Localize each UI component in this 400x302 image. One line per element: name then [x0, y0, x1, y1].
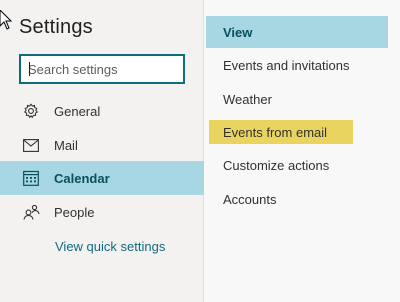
search-input[interactable] — [21, 61, 183, 77]
nav-item-label: People — [54, 204, 95, 220]
menu-item-customize-actions[interactable]: Customize actions — [204, 150, 400, 180]
nav-item-mail[interactable]: Mail — [0, 128, 204, 162]
nav-item-label: Mail — [54, 137, 78, 153]
mouse-cursor-icon — [0, 10, 12, 30]
nav-item-people[interactable]: People — [0, 195, 204, 229]
nav-item-label: General — [54, 103, 101, 119]
view-quick-settings-link[interactable]: View quick settings — [55, 239, 165, 254]
menu-item-weather[interactable]: Weather — [204, 84, 400, 114]
text-caret — [29, 62, 30, 76]
search-settings-field[interactable] — [19, 54, 185, 84]
gear-icon — [22, 102, 40, 120]
nav-item-general[interactable]: General — [0, 94, 204, 128]
menu-item-events-from-email[interactable]: Events from email — [209, 120, 353, 144]
menu-item-view[interactable]: View — [206, 16, 388, 48]
nav-item-label: Calendar — [54, 170, 110, 186]
mail-icon — [22, 136, 40, 154]
people-icon — [22, 203, 40, 221]
calendar-icon — [22, 169, 40, 187]
menu-item-accounts[interactable]: Accounts — [204, 184, 400, 214]
settings-title: Settings — [19, 16, 93, 38]
nav-item-calendar[interactable]: Calendar — [0, 161, 204, 195]
menu-item-events-and-invitations[interactable]: Events and invitations — [204, 50, 400, 80]
